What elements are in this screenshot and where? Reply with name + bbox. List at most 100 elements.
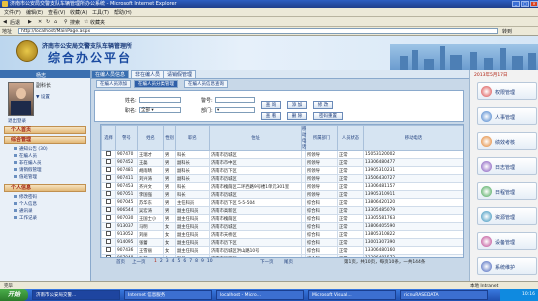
page-number-link[interactable]: 5 xyxy=(178,259,181,264)
row-checkbox[interactable] xyxy=(101,150,116,159)
checkbox-icon[interactable] xyxy=(106,183,111,188)
dept-select[interactable]: ▾ xyxy=(215,107,255,113)
back-arrow-icon[interactable]: ◀ xyxy=(3,19,7,25)
tab-staff-info[interactable]: 在编人员信息 xyxy=(91,70,130,78)
table-row[interactable]: 907453 齐兴文男科长 济南市槐荫区二环西路9号楼1单元301室 所领导 正常 133… xyxy=(101,182,463,191)
prev-page-link[interactable]: 上一页 xyxy=(132,259,146,265)
add-button[interactable]: 添 加 xyxy=(287,101,307,109)
table-row[interactable]: 907481 胡雨晴男副科长 济南市历下区 所领导 正常 13905310231 xyxy=(101,166,463,175)
checkbox-icon[interactable] xyxy=(106,167,111,172)
taskbar-item[interactable]: localhost - Micro... xyxy=(216,290,304,300)
tab-nonstaff[interactable]: 非在编人员 xyxy=(131,70,165,78)
sidebar-item-profile[interactable]: 个人信息 xyxy=(14,201,37,207)
go-button[interactable]: 转到 xyxy=(502,28,512,35)
stop-icon[interactable]: ✕ xyxy=(38,19,42,25)
last-page-link[interactable]: 尾页 xyxy=(284,259,293,265)
address-input[interactable]: http://localhost/MainPage.aspx xyxy=(18,28,498,34)
row-checkbox[interactable] xyxy=(101,182,116,191)
table-row[interactable]: 907045 苏华东男主任科员 济南市历下区 5-5-504 综合科 正常 1380642… xyxy=(101,198,463,207)
row-checkbox[interactable] xyxy=(101,230,116,239)
checkbox-icon[interactable] xyxy=(106,175,111,180)
logout-link[interactable]: 退出登录 xyxy=(8,118,26,124)
favorites-star-icon[interactable]: ☆ xyxy=(84,19,88,25)
row-checkbox[interactable] xyxy=(101,246,116,255)
checkbox-icon[interactable] xyxy=(106,239,111,244)
shortcut-button[interactable]: 人事管理 xyxy=(477,107,537,125)
row-checkbox[interactable] xyxy=(101,190,116,199)
checkbox-icon[interactable] xyxy=(106,207,111,212)
table-row[interactable]: 906544 吴宏涛男副主任科员 济南市高新区 综合科 正常 13305485079 xyxy=(101,206,463,215)
sidebar-item-worklog[interactable]: 工作记录 xyxy=(14,215,37,221)
sidebar-item-leave[interactable]: 请销假管理 xyxy=(14,167,42,173)
menu-edit[interactable]: 编辑(E) xyxy=(26,9,43,16)
sidebar-item-contacts[interactable]: 通讯录 xyxy=(14,208,33,214)
shortcut-button[interactable]: 日程管理 xyxy=(477,182,537,200)
menu-help[interactable]: 帮助(H) xyxy=(114,9,132,16)
tab-add-staff[interactable]: 在编人员添加 xyxy=(96,80,131,88)
table-row[interactable]: 907452 王磊男副科长 济南市市中区 所领导 正常 13306480477 xyxy=(101,158,463,167)
page-number-link[interactable]: 6 xyxy=(183,259,186,264)
edit-button[interactable]: 修 改 xyxy=(313,101,333,109)
tab-manage-staff[interactable]: 在编人员分类管理 xyxy=(134,80,178,88)
row-checkbox[interactable] xyxy=(101,158,116,167)
position-select[interactable]: 全部 ▾ xyxy=(139,107,181,113)
badge-input[interactable] xyxy=(215,97,255,103)
shortcut-button[interactable]: 日志管理 xyxy=(477,157,537,175)
shortcut-button[interactable]: 资源管理 xyxy=(477,207,537,225)
row-checkbox[interactable] xyxy=(101,214,116,223)
shortcut-button[interactable]: 系统维护 xyxy=(477,257,537,275)
page-number-link[interactable]: 7 xyxy=(189,259,192,264)
page-number-link[interactable]: 2 xyxy=(160,259,163,264)
row-checkbox[interactable] xyxy=(101,238,116,247)
taskbar-item[interactable]: 济南市公安局交警... xyxy=(32,290,120,300)
search-button[interactable]: 搜索 xyxy=(70,19,80,26)
table-row[interactable]: 914095 张蕾女副主任科员 济南市历下区 综合科 正常 13001307390 xyxy=(101,238,463,247)
checkbox-icon[interactable] xyxy=(106,247,111,252)
row-checkbox[interactable] xyxy=(101,166,116,175)
start-button[interactable]: 开始 xyxy=(0,289,28,301)
shortcut-button[interactable]: 设备管理 xyxy=(477,232,537,250)
sidebar-item-nonstaff[interactable]: 非在编人员 xyxy=(14,160,42,166)
section-personal-home[interactable]: 个人首页 xyxy=(4,126,86,134)
back-button[interactable]: 后退 xyxy=(10,19,20,26)
maximize-icon[interactable]: □ xyxy=(521,1,529,7)
page-number-link[interactable]: 8 xyxy=(195,259,198,264)
menu-favorites[interactable]: 收藏(A) xyxy=(70,9,87,16)
reset-password-button[interactable]: 密码重置 xyxy=(313,112,343,120)
search-icon[interactable]: ⚲ xyxy=(64,19,68,25)
section-comprehensive[interactable]: 综合管理 xyxy=(4,136,86,144)
sidebar-item-notices[interactable]: 通知公告 (30) xyxy=(14,146,48,152)
checkbox-icon[interactable] xyxy=(106,151,111,156)
table-row[interactable]: 907411 刘兴涛男副科长 济南市历城区 所领导 正常 13506430727 xyxy=(101,174,463,183)
close-icon[interactable]: × xyxy=(530,1,538,7)
next-page-link[interactable]: 下一页 xyxy=(260,259,274,265)
menu-view[interactable]: 查看(V) xyxy=(48,9,65,16)
checkbox-icon[interactable] xyxy=(106,223,111,228)
shortcut-button[interactable]: 绩效考核 xyxy=(477,132,537,150)
sidebar-item-staff[interactable]: 在编人员 xyxy=(14,153,37,159)
table-row[interactable]: 913037 马明女副主任科员 济南市历城区 综合科 正常 13806405590 xyxy=(101,222,463,231)
page-number-link[interactable]: 3 xyxy=(166,259,169,264)
row-checkbox[interactable] xyxy=(101,222,116,231)
taskbar-item[interactable]: Internet 信息服务 xyxy=(124,290,212,300)
page-number-link[interactable]: 10 xyxy=(207,259,213,264)
checkbox-icon[interactable] xyxy=(106,191,111,196)
tab-query-staff[interactable]: 在编人员信息查询 xyxy=(184,80,228,88)
delete-button[interactable]: 删 除 xyxy=(287,112,307,120)
menu-tools[interactable]: 工具(T) xyxy=(92,9,109,16)
taskbar-item[interactable]: Microsoft Visual... xyxy=(308,290,396,300)
checkbox-icon[interactable] xyxy=(106,215,111,220)
name-input[interactable] xyxy=(139,97,181,103)
tab-leave[interactable]: 请销假管理 xyxy=(163,70,197,78)
favorites-button[interactable]: 收藏夹 xyxy=(90,19,105,26)
page-number-link[interactable]: 9 xyxy=(201,259,204,264)
query-button[interactable]: 查 询 xyxy=(261,101,281,109)
refresh-icon[interactable]: ↻ xyxy=(46,19,50,25)
row-checkbox[interactable] xyxy=(101,198,116,207)
page-number-link[interactable]: 4 xyxy=(172,259,175,264)
row-checkbox[interactable] xyxy=(101,174,116,183)
sidebar-item-password[interactable]: 修改密码 xyxy=(14,194,37,200)
minimize-icon[interactable]: _ xyxy=(512,1,520,7)
table-row[interactable]: 907470 王瑞才男科长 济南市历城区 所领导 正常 15053120002 xyxy=(101,150,463,159)
table-row[interactable]: 913052 刘丽女副主任科员 济南市天桥区 综合科 正常 13805310822 xyxy=(101,230,463,239)
